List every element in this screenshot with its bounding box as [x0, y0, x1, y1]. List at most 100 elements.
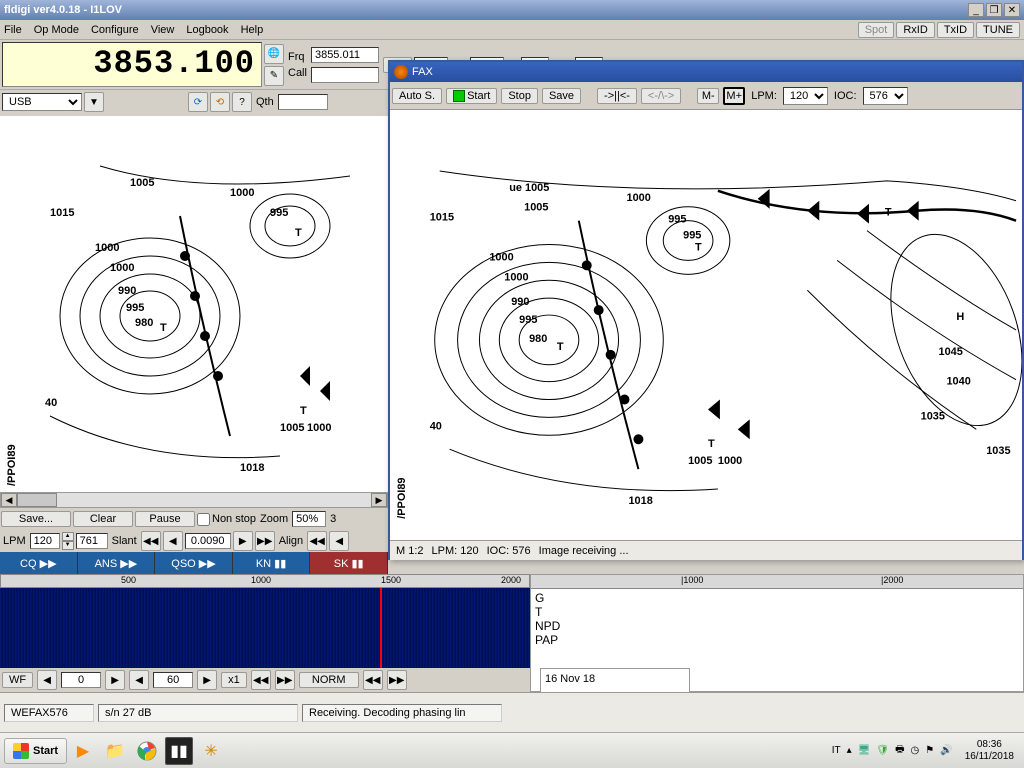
align-rewind-icon[interactable]: ◀◀: [307, 531, 327, 551]
wf-rewind-icon[interactable]: ◀◀: [251, 670, 271, 690]
mode-select[interactable]: USB: [2, 93, 82, 111]
tray-flag-icon[interactable]: ⚑: [925, 745, 934, 756]
slant-back-icon[interactable]: ◀: [163, 531, 183, 551]
tune-button[interactable]: TUNE: [976, 22, 1020, 38]
fax-titlebar[interactable]: FAX: [390, 62, 1022, 82]
maximize-button[interactable]: ❐: [986, 3, 1002, 17]
pause-button[interactable]: Pause: [135, 511, 195, 527]
scroll-left-icon[interactable]: ◀: [1, 493, 17, 507]
taskbar-app2-icon[interactable]: ✳: [197, 737, 225, 765]
tray-shield-icon[interactable]: 🛡: [876, 745, 889, 756]
fax-controls-2: LPM 120 ▲▼ 761 Slant ◀◀ ◀ 0.0090 ▶ ▶▶ Al…: [0, 530, 388, 552]
lpm-value2[interactable]: 120: [30, 533, 60, 549]
call-input[interactable]: [311, 67, 379, 83]
spot-button[interactable]: Spot: [858, 22, 895, 38]
tray-monitor-icon[interactable]: 🖥: [858, 745, 871, 756]
wf-val1[interactable]: 0: [61, 672, 101, 688]
svg-text:1045: 1045: [939, 346, 963, 358]
refresh-icon[interactable]: ⟳: [188, 92, 208, 112]
refresh2-icon[interactable]: ⟲: [210, 92, 230, 112]
taskbar-media-icon[interactable]: ▶: [69, 737, 97, 765]
fax-skipalt-button[interactable]: <-/\->: [641, 88, 681, 104]
wf-norm[interactable]: NORM: [299, 672, 359, 688]
status-bar: WEFAX576 s/n 27 dB Receiving. Decoding p…: [0, 692, 1024, 732]
slant-value[interactable]: 0.0090: [185, 533, 231, 549]
help-icon[interactable]: ?: [232, 92, 252, 112]
fax-toolbar: Auto S. Start Stop Save ->||<- <-/\-> M-…: [390, 82, 1022, 110]
wf-fwd-icon[interactable]: ▶: [105, 670, 125, 690]
wf-ff2-icon[interactable]: ▶▶: [387, 670, 407, 690]
wf-back-icon[interactable]: ◀: [37, 670, 57, 690]
qth-input[interactable]: [278, 94, 328, 110]
globe-icon[interactable]: 🌐: [264, 44, 284, 64]
waterfall-display[interactable]: [0, 588, 530, 668]
align-back-icon[interactable]: ◀: [329, 531, 349, 551]
brush-icon[interactable]: ✎: [264, 66, 284, 86]
fax-save-button[interactable]: Save: [542, 88, 581, 104]
fax-status-ioc: IOC: 576: [487, 545, 531, 557]
rxid-button[interactable]: RxID: [896, 22, 934, 38]
wf-button[interactable]: WF: [2, 672, 33, 688]
menu-logbook[interactable]: Logbook: [186, 24, 228, 36]
fax-start-button[interactable]: Start: [446, 88, 497, 104]
tray-network-icon[interactable]: ◷: [911, 745, 920, 756]
txid-button[interactable]: TxID: [937, 22, 974, 38]
fax-ioc-select[interactable]: 576: [863, 87, 908, 105]
fax-controls-1: Save... Clear Pause Non stop Zoom 50% 3: [0, 508, 388, 530]
frequency-display[interactable]: 3853.100: [2, 42, 262, 87]
tray-volume-icon[interactable]: 🔊: [940, 745, 952, 756]
menu-help[interactable]: Help: [241, 24, 264, 36]
menu-opmode[interactable]: Op Mode: [34, 24, 79, 36]
svg-text:T: T: [885, 207, 892, 219]
wf-back2-icon[interactable]: ◀: [129, 670, 149, 690]
wf-rewind2-icon[interactable]: ◀◀: [363, 670, 383, 690]
taskbar-chrome-icon[interactable]: [133, 737, 161, 765]
fax-image-area[interactable]: 1015 ue 1005 1005 1000 995 995 T 1000 10…: [390, 110, 1022, 540]
wf-x1[interactable]: x1: [221, 672, 247, 688]
svg-text:990: 990: [511, 296, 529, 308]
save-button[interactable]: Save...: [1, 511, 71, 527]
tick-2000: 2000: [501, 575, 521, 585]
taskbar-explorer-icon[interactable]: 📁: [101, 737, 129, 765]
fax-mminus-button[interactable]: M-: [697, 88, 719, 104]
wf-ff-icon[interactable]: ▶▶: [275, 670, 295, 690]
start-button[interactable]: Start: [4, 738, 67, 764]
fax-stop-button[interactable]: Stop: [501, 88, 538, 104]
menu-view[interactable]: View: [151, 24, 175, 36]
menu-file[interactable]: File: [4, 24, 22, 36]
zoom-value[interactable]: 50%: [292, 511, 326, 527]
lpm-num[interactable]: 761: [76, 533, 108, 549]
slant-rewind-icon[interactable]: ◀◀: [141, 531, 161, 551]
chevron-down-icon[interactable]: ▼: [84, 92, 104, 112]
macro-kn[interactable]: KN ▮▮: [233, 552, 311, 574]
macro-qso[interactable]: QSO ▶▶: [155, 552, 233, 574]
taskbar-clock[interactable]: 08:36 16/11/2018: [959, 739, 1020, 763]
lpm-spinner[interactable]: ▲▼: [62, 532, 74, 550]
fax-skip-button[interactable]: ->||<-: [597, 88, 637, 104]
tray-printer-icon[interactable]: 🖶: [895, 742, 904, 759]
minimize-button[interactable]: _: [968, 3, 984, 17]
fax-auto-button[interactable]: Auto S.: [392, 88, 442, 104]
scroll-thumb[interactable]: [17, 493, 57, 507]
fax-lpm-select[interactable]: 120: [783, 87, 828, 105]
wf-fwd2-icon[interactable]: ▶: [197, 670, 217, 690]
scroll-right-icon[interactable]: ▶: [371, 493, 387, 507]
fax-mplus-button[interactable]: M+: [723, 87, 745, 105]
clear-button[interactable]: Clear: [73, 511, 133, 527]
wf-val2[interactable]: 60: [153, 672, 193, 688]
nonstop-checkbox[interactable]: [197, 513, 210, 526]
macro-ans[interactable]: ANS ▶▶: [78, 552, 156, 574]
frq-input[interactable]: [311, 47, 379, 63]
window-buttons: _ ❐ ✕: [968, 3, 1020, 17]
tray-language[interactable]: IT: [832, 745, 841, 756]
macro-cq[interactable]: CQ ▶▶: [0, 552, 78, 574]
fax-scrollbar[interactable]: ◀ ▶: [0, 492, 388, 508]
svg-text:1018: 1018: [240, 462, 264, 474]
slant-fwd-icon[interactable]: ▶: [233, 531, 253, 551]
slant-ff-icon[interactable]: ▶▶: [255, 531, 275, 551]
tray-chevron-icon[interactable]: ▴: [847, 745, 852, 756]
macro-sk[interactable]: SK ▮▮: [310, 552, 388, 574]
taskbar-app1-icon[interactable]: ▮▮: [165, 737, 193, 765]
close-button[interactable]: ✕: [1004, 3, 1020, 17]
menu-configure[interactable]: Configure: [91, 24, 139, 36]
